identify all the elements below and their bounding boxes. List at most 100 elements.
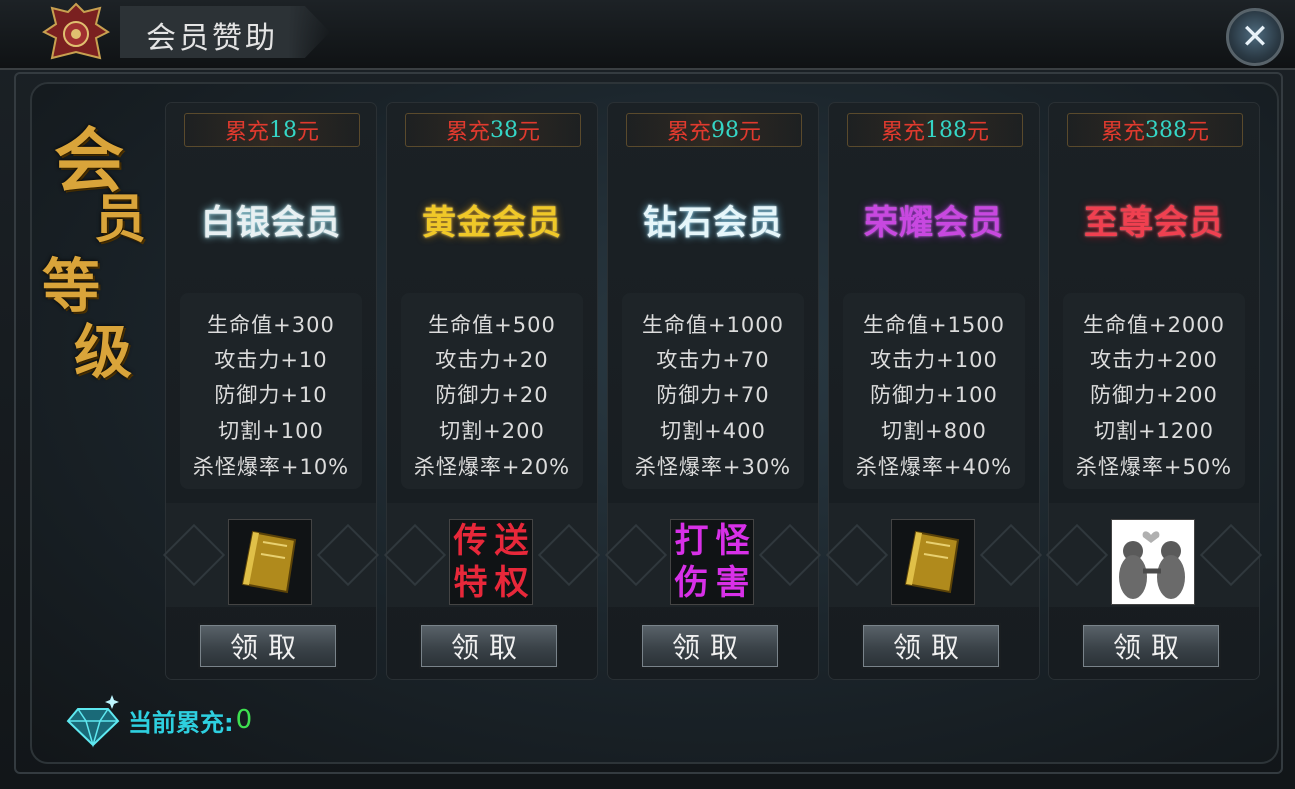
claim-button[interactable]: 领取 <box>198 623 338 669</box>
tier-name: 荣耀会员 <box>864 203 1004 243</box>
current-recharge-value: 0 <box>235 705 253 735</box>
tier-card-gold: 累充 38 元 黄金会员 生命值+500 攻击力+20 防御力+20 切割+20… <box>383 103 601 679</box>
decor-diamond <box>825 523 889 587</box>
price-value: 388 <box>1145 117 1187 143</box>
stat-defense: 防御力+10 <box>214 383 328 407</box>
reward-area <box>825 503 1043 607</box>
reward-char: 怪 <box>715 521 750 561</box>
tier-name: 至尊会员 <box>1084 203 1224 243</box>
price-value: 188 <box>925 117 967 143</box>
stat-cut: 切割+1200 <box>1093 419 1215 443</box>
reward-item[interactable] <box>228 519 312 605</box>
current-recharge-label: 当前累充: <box>128 708 234 737</box>
tier-card-silver: 累充 18 元 白银会员 生命值+300 攻击力+10 防御力+10 切割+10… <box>162 103 380 679</box>
stat-defense: 防御力+200 <box>1090 383 1218 407</box>
sidebar-title: 会 员 等 级 <box>34 105 164 386</box>
tier-name: 钻石会员 <box>643 203 783 243</box>
reward-char: 害 <box>715 563 750 603</box>
close-button[interactable]: ✕ <box>1226 8 1284 66</box>
reward-area <box>162 503 380 607</box>
stat-defense: 防御力+100 <box>870 383 998 407</box>
sidebar-title-char: 级 <box>74 318 133 386</box>
tier-name: 白银会员 <box>201 203 341 243</box>
reward-item[interactable]: 打 怪 伤 害 <box>670 519 754 605</box>
stat-cut: 切割+100 <box>218 419 324 443</box>
price-label: 累充 <box>224 120 269 145</box>
stat-drop-rate: 杀怪爆率+10% <box>192 455 350 479</box>
stat-hp: 生命值+500 <box>428 313 556 337</box>
price-label: 累充 <box>666 120 711 145</box>
stat-attack: 攻击力+200 <box>1090 348 1218 372</box>
reward-char: 特 <box>453 563 488 603</box>
price-plate: 累充 38 元 <box>405 113 581 147</box>
stat-cut: 切割+400 <box>660 419 766 443</box>
stat-hp: 生命值+300 <box>207 313 335 337</box>
decor-diamond <box>537 523 601 587</box>
claim-button[interactable]: 领取 <box>640 623 780 669</box>
stat-drop-rate: 杀怪爆率+40% <box>855 455 1013 479</box>
stat-attack: 攻击力+20 <box>435 348 549 372</box>
stat-hp: 生命值+2000 <box>1082 313 1226 337</box>
decor-diamond <box>604 523 668 587</box>
reward-area <box>1045 503 1263 607</box>
close-icon: ✕ <box>1240 17 1270 57</box>
diamond-gem-icon <box>66 695 120 748</box>
stat-cut: 切割+800 <box>881 419 987 443</box>
stat-defense: 防御力+70 <box>656 383 770 407</box>
window-title: 会员赞助 <box>146 21 278 56</box>
price-plate: 累充 98 元 <box>626 113 802 147</box>
stat-cut: 切割+200 <box>439 419 545 443</box>
stat-drop-rate: 杀怪爆率+50% <box>1075 455 1233 479</box>
price-label: 累充 <box>445 120 490 145</box>
stat-attack: 攻击力+100 <box>870 348 998 372</box>
decor-diamond <box>1045 523 1109 587</box>
decor-diamond <box>1199 523 1263 587</box>
reward-item[interactable]: 传 送 特 权 <box>449 519 533 605</box>
reward-item[interactable] <box>1111 519 1195 605</box>
stat-attack: 攻击力+70 <box>656 348 770 372</box>
price-plate: 累充 188 元 <box>847 113 1023 147</box>
price-unit: 元 <box>1187 120 1210 145</box>
price-unit: 元 <box>739 120 762 145</box>
reward-char: 送 <box>494 521 529 561</box>
tier-card-supreme: 累充 388 元 至尊会员 生命值+2000 攻击力+200 防御力+200 切… <box>1045 103 1263 679</box>
tier-name: 黄金会员 <box>422 203 562 243</box>
claim-button[interactable]: 领取 <box>419 623 559 669</box>
golden-book-icon <box>241 530 297 594</box>
stat-attack: 攻击力+10 <box>214 348 328 372</box>
reward-monster-damage: 打 怪 伤 害 <box>671 520 753 604</box>
decor-diamond <box>316 523 380 587</box>
stat-defense: 防御力+20 <box>435 383 549 407</box>
decor-diamond <box>979 523 1043 587</box>
current-recharge: 当前累充: 0 <box>64 690 252 750</box>
price-plate: 累充 18 元 <box>184 113 360 147</box>
price-unit: 元 <box>967 120 990 145</box>
reward-area: 传 送 特 权 <box>383 503 601 607</box>
stat-drop-rate: 杀怪爆率+20% <box>413 455 571 479</box>
price-label: 累充 <box>1100 120 1145 145</box>
price-value: 38 <box>490 117 518 143</box>
claim-button[interactable]: 领取 <box>1081 623 1221 669</box>
reward-char: 伤 <box>674 563 709 603</box>
price-plate: 累充 388 元 <box>1067 113 1243 147</box>
decor-diamond <box>758 523 822 587</box>
reward-char: 传 <box>453 521 488 561</box>
price-label: 累充 <box>880 120 925 145</box>
claim-button[interactable]: 领取 <box>861 623 1001 669</box>
reward-char: 权 <box>494 563 529 603</box>
reward-area: 打 怪 伤 害 <box>604 503 822 607</box>
stat-drop-rate: 杀怪爆率+30% <box>634 455 792 479</box>
crest-emblem-icon <box>42 2 110 60</box>
bear-couple-icon <box>1119 531 1185 599</box>
stat-hp: 生命值+1000 <box>641 313 785 337</box>
golden-book-icon <box>904 530 960 594</box>
price-unit: 元 <box>297 120 320 145</box>
decor-diamond <box>162 523 226 587</box>
stat-hp: 生命值+1500 <box>862 313 1006 337</box>
price-value: 18 <box>269 117 297 143</box>
tier-card-glory: 累充 188 元 荣耀会员 生命值+1500 攻击力+100 防御力+100 切… <box>825 103 1043 679</box>
reward-item[interactable] <box>891 519 975 605</box>
reward-teleport-privilege: 传 送 特 权 <box>450 520 532 604</box>
decor-diamond <box>383 523 447 587</box>
sidebar-title-char: 员 <box>94 189 147 250</box>
